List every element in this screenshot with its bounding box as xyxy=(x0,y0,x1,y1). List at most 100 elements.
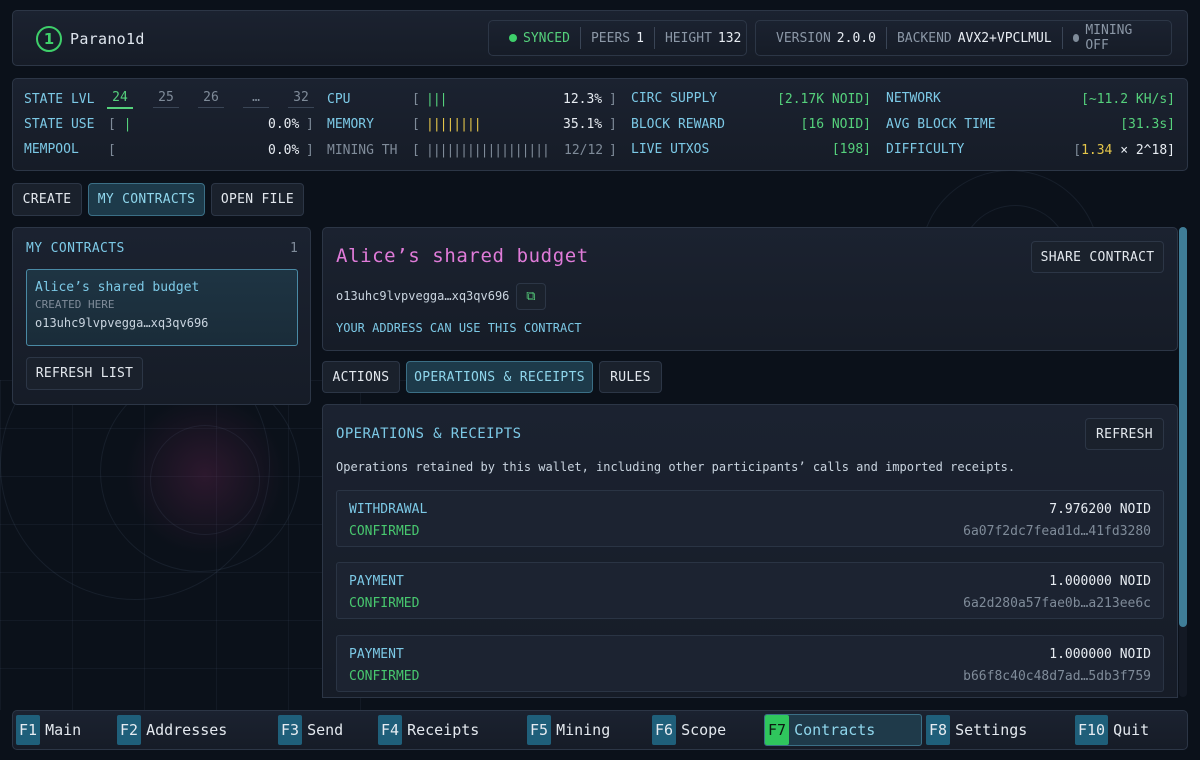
refresh-list-button[interactable]: REFRESH LIST xyxy=(26,357,143,390)
operations-refresh-button[interactable]: REFRESH xyxy=(1085,418,1164,450)
sidebar-count: 1 xyxy=(290,241,298,256)
mempool-bracket: ] xyxy=(306,143,314,158)
version-status: VERSION 2.0.0 xyxy=(766,27,886,49)
contract-address-detail: o13uhc9lvpvegga…xq3qv696 xyxy=(336,289,510,303)
backend-label: BACKEND xyxy=(896,30,952,46)
circ-supply-label: CIRC SUPPLY xyxy=(631,91,718,106)
state-level-24[interactable]: 24 xyxy=(107,90,133,109)
node-info-box: VERSION 2.0.0 BACKEND AVX2+VPCLMUL MININ… xyxy=(755,20,1172,56)
operation-hash: b66f8c40c48d7ad…5db3f759 xyxy=(963,669,1151,684)
share-contract-button[interactable]: SHARE CONTRACT xyxy=(1031,241,1164,273)
fkey-code: F7 xyxy=(765,715,790,745)
operation-row[interactable]: PAYMENT CONFIRMED 1.000000 NOID 6a2d280a… xyxy=(336,562,1164,619)
tab-rules[interactable]: RULES xyxy=(599,361,662,393)
fkey-mining[interactable]: F5 Mining xyxy=(527,714,648,746)
fkey-code: F6 xyxy=(652,715,677,745)
operations-title: OPERATIONS & RECEIPTS xyxy=(336,426,522,442)
operation-status: CONFIRMED xyxy=(349,669,420,684)
operation-amount: 1.000000 NOID xyxy=(1049,647,1151,662)
fkey-code: F10 xyxy=(1075,715,1109,745)
state-use-bar: [ | xyxy=(108,117,132,132)
block-reward-value: [16 NOID] xyxy=(800,117,871,132)
cpu-bars: ||| xyxy=(426,92,448,107)
peers-value: 1 xyxy=(636,30,644,46)
tab-create[interactable]: CREATE xyxy=(12,183,82,216)
peers-label: PEERS xyxy=(590,30,631,46)
permission-note: YOUR ADDRESS CAN USE THIS CONTRACT xyxy=(336,321,582,335)
operations-description: Operations retained by this wallet, incl… xyxy=(336,460,1016,474)
mining-th-bars: |||||||||||||||||| xyxy=(426,143,550,158)
height-value: 132 xyxy=(717,30,742,46)
fkey-code: F1 xyxy=(16,715,41,745)
brand: 1 Parano1d xyxy=(36,26,145,52)
copy-address-icon[interactable]: ⧉ xyxy=(516,283,546,310)
background-glow xyxy=(125,395,285,555)
scrollbar-thumb[interactable] xyxy=(1179,227,1187,627)
fkey-label: Settings xyxy=(955,721,1028,739)
live-utxos-label: LIVE UTXOS xyxy=(631,142,710,157)
live-utxos-value: [198] xyxy=(831,142,871,157)
fkey-quit[interactable]: F10 Quit xyxy=(1075,714,1183,746)
state-use-bracket: ] xyxy=(306,117,314,132)
contract-list-item[interactable]: Alice’s shared budget CREATED HERE o13uh… xyxy=(26,269,298,346)
memory-bars: |||||||| xyxy=(426,117,482,132)
app-logo-icon: 1 xyxy=(36,26,62,52)
memory-value: 35.1% xyxy=(563,117,603,132)
mining-th-value: 12/12 xyxy=(564,143,604,158)
contract-origin: CREATED HERE xyxy=(35,298,115,311)
operation-hash: 6a07f2dc7fead1d…41fd3280 xyxy=(963,524,1151,539)
background-ring xyxy=(150,425,260,535)
state-level-26[interactable]: 26 xyxy=(198,90,224,108)
tab-open-file[interactable]: OPEN FILE xyxy=(211,183,304,216)
difficulty-value: 1.34 xyxy=(1081,143,1113,158)
difficulty-value-group: [1.34 × 2^18] xyxy=(1073,143,1175,158)
cpu-bracket-open: [ xyxy=(412,92,420,107)
fkey-label: Main xyxy=(45,721,82,739)
sidebar-title: MY CONTRACTS xyxy=(26,241,125,256)
tab-operations-receipts[interactable]: OPERATIONS & RECEIPTS xyxy=(406,361,593,393)
version-label: VERSION xyxy=(776,30,831,46)
operation-row[interactable]: WITHDRAWAL CONFIRMED 7.976200 NOID 6a07f… xyxy=(336,490,1164,547)
fkey-settings[interactable]: F8 Settings xyxy=(926,714,1072,746)
operation-status: CONFIRMED xyxy=(349,596,420,611)
fkey-label: Addresses xyxy=(146,721,228,739)
network-value: [~11.2 KH/s] xyxy=(1081,92,1175,107)
tab-actions[interactable]: ACTIONS xyxy=(322,361,400,393)
fkey-code: F2 xyxy=(117,715,142,745)
block-reward-label: BLOCK REWARD xyxy=(631,117,725,132)
mining-dot-icon xyxy=(1072,34,1080,42)
cpu-bracket-close: ] xyxy=(609,92,617,107)
mining-th-label: MINING TH xyxy=(327,143,398,158)
fkey-scope[interactable]: F6 Scope xyxy=(652,714,761,746)
fkey-main[interactable]: F1 Main xyxy=(16,714,114,746)
avg-block-time-value: [31.3s] xyxy=(1120,117,1175,132)
mempool-bar: [ xyxy=(108,143,116,158)
peers-status: PEERS 1 xyxy=(579,27,654,49)
height-label: HEIGHT xyxy=(664,30,712,46)
cpu-label: CPU xyxy=(327,92,351,107)
sync-label: SYNCED xyxy=(523,30,570,46)
fkey-send[interactable]: F3 Send xyxy=(278,714,374,746)
contract-address: o13uhc9lvpvegga…xq3qv696 xyxy=(35,316,209,330)
state-level-32[interactable]: 32 xyxy=(288,90,314,108)
state-level-25[interactable]: 25 xyxy=(153,90,179,108)
difficulty-rest: × 2^18] xyxy=(1112,143,1175,158)
mempool-value: 0.0% xyxy=(268,143,300,158)
fkey-label: Contracts xyxy=(794,721,876,739)
height-status: HEIGHT 132 xyxy=(653,27,751,49)
operation-status: CONFIRMED xyxy=(349,524,420,539)
fkey-code: F4 xyxy=(378,715,403,745)
fkey-code: F8 xyxy=(926,715,951,745)
circ-supply-value: [2.17K NOID] xyxy=(777,92,871,107)
operation-row[interactable]: PAYMENT CONFIRMED 1.000000 NOID b66f8c40… xyxy=(336,635,1164,692)
memory-label: MEMORY xyxy=(327,117,374,132)
avg-block-time-label: AVG BLOCK TIME xyxy=(886,117,996,132)
tab-my-contracts[interactable]: MY CONTRACTS xyxy=(88,183,205,216)
state-use-label: STATE USE xyxy=(24,117,95,132)
fkey-addresses[interactable]: F2 Addresses xyxy=(117,714,274,746)
version-value: 2.0.0 xyxy=(836,30,876,46)
fkey-receipts[interactable]: F4 Receipts xyxy=(378,714,523,746)
difficulty-open: [ xyxy=(1073,143,1082,158)
fkey-contracts[interactable]: F7 Contracts xyxy=(764,714,922,746)
mempool-label: MEMPOOL xyxy=(24,142,79,157)
